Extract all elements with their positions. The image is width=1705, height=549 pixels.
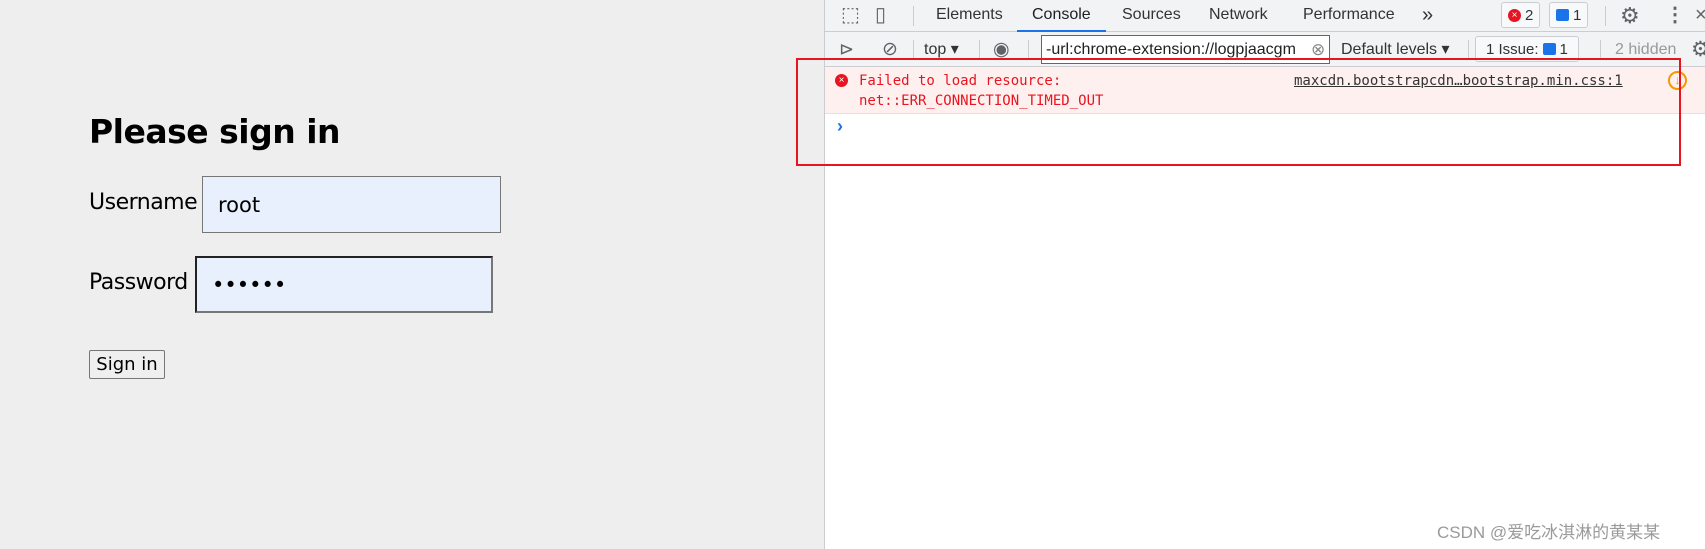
- web-page: Please sign in Username root Password ••…: [0, 0, 824, 549]
- username-input[interactable]: root: [202, 176, 501, 233]
- tab-console[interactable]: Console: [1017, 0, 1106, 32]
- tab-sources[interactable]: Sources: [1122, 0, 1181, 32]
- tab-network[interactable]: Network: [1209, 0, 1268, 32]
- message-icon: [1542, 43, 1556, 55]
- device-toolbar-icon[interactable]: ▯: [875, 0, 886, 33]
- devtools-tab-bar: ⬚ ▯ Elements Console Sources Network Per…: [825, 0, 1705, 32]
- sign-in-button[interactable]: Sign in: [89, 350, 165, 379]
- message-count-badge[interactable]: 1: [1549, 2, 1589, 28]
- close-devtools-icon[interactable]: ×: [1695, 0, 1705, 33]
- more-options-icon[interactable]: ⋮: [1665, 0, 1685, 33]
- password-input[interactable]: ••••••: [195, 256, 493, 313]
- console-settings-icon[interactable]: ⚙: [1691, 32, 1705, 67]
- more-tabs-button[interactable]: »: [1422, 0, 1433, 32]
- error-icon: ×: [1508, 8, 1521, 22]
- password-label: Password: [89, 270, 188, 295]
- page-title: Please sign in: [89, 112, 341, 151]
- error-count-badge[interactable]: × 2: [1501, 2, 1541, 28]
- tab-elements[interactable]: Elements: [936, 0, 1003, 32]
- settings-gear-icon[interactable]: ⚙: [1620, 0, 1640, 33]
- message-icon: [1556, 9, 1569, 21]
- highlight-annotation-box: [796, 58, 1681, 166]
- username-label: Username: [89, 190, 198, 215]
- tab-performance[interactable]: Performance: [1303, 0, 1395, 32]
- watermark: CSDN @爱吃冰淇淋的黄某某: [1437, 523, 1661, 542]
- inspect-element-icon[interactable]: ⬚: [841, 0, 860, 33]
